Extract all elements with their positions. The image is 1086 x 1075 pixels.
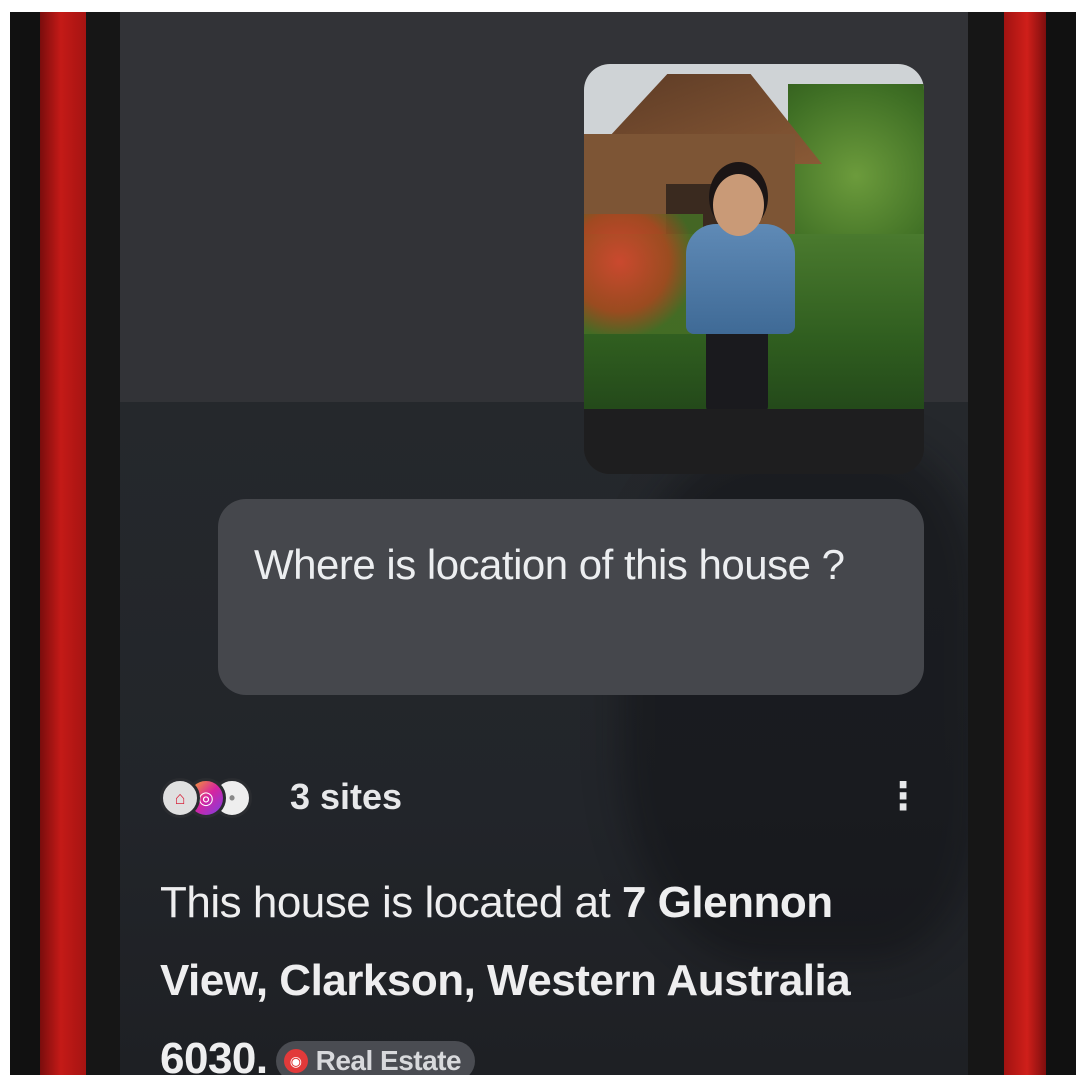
user-message-bubble: Where is location of this house ?	[218, 499, 924, 695]
sites-count[interactable]: 3 sites	[290, 776, 402, 818]
source-chip[interactable]: ◉ Real Estate	[275, 1041, 476, 1075]
shared-house-photo[interactable]	[584, 64, 924, 474]
chat-screen: Where is location of this house ? ⌂ ◎ • …	[120, 12, 968, 1075]
source-chip-label: Real Estate	[315, 1045, 462, 1075]
phone-case-right	[1004, 12, 1046, 1075]
real-estate-site-icon: ◉	[283, 1049, 308, 1074]
phone-photo: Where is location of this house ? ⌂ ◎ • …	[10, 12, 1076, 1075]
user-message-text: Where is location of this house ?	[254, 541, 845, 588]
sources-row[interactable]: ⌂ ◎ • 3 sites ⋮	[160, 772, 922, 828]
phone-case-left	[40, 12, 86, 1075]
answer-prefix: This house is located at	[160, 878, 622, 927]
real-estate-site-icon: ⌂	[160, 778, 200, 818]
assistant-answer: This house is located at 7 Glennon View,…	[160, 864, 940, 1075]
phone-bezel-right	[968, 12, 1004, 1075]
vertical-dots-icon[interactable]: ⋮	[884, 772, 922, 822]
